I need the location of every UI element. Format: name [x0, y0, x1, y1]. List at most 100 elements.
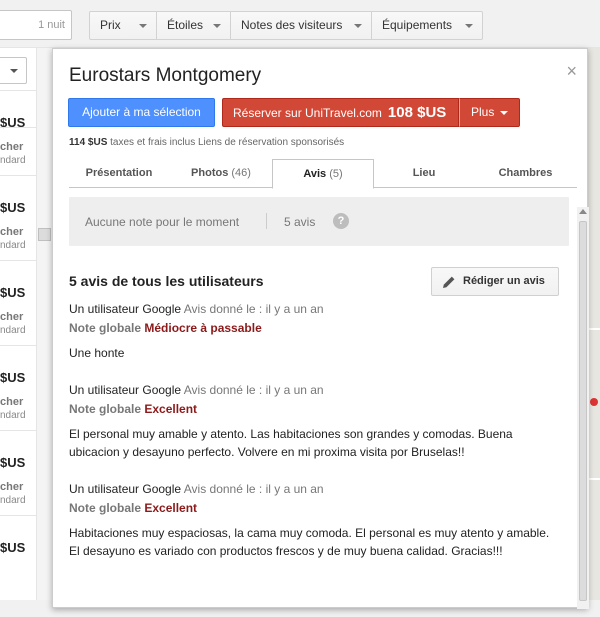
list-item-line1: cher: [0, 311, 24, 323]
chevron-down-icon: [465, 24, 473, 28]
reviews-scrollbar[interactable]: [577, 207, 589, 609]
reviews-content: Aucune note pour le moment 5 avis ? 5 av…: [69, 197, 577, 617]
more-button-label: Plus: [471, 105, 495, 119]
map-road: [588, 328, 600, 330]
review-text: Habitaciones muy espaciosas, la cama muy…: [69, 526, 550, 558]
more-button[interactable]: Plus: [459, 98, 520, 127]
tax-info: 114 $US taxes et frais inclus Liens de r…: [69, 137, 344, 148]
book-button[interactable]: Réserver sur UniTravel.com 108 $US: [222, 98, 459, 127]
list-item-price: $US: [0, 370, 26, 385]
list-item-line1: cher: [0, 226, 24, 238]
review-author[interactable]: Un utilisateur Google: [69, 482, 181, 496]
review-text: El personal muy amable y atento. Las hab…: [69, 427, 513, 459]
list-item-price: $US: [0, 285, 26, 300]
list-item[interactable]: $US cher ndard: [0, 175, 36, 259]
review-item: Un utilisateur Google Avis donné le : il…: [69, 302, 559, 362]
review-item: Un utilisateur Google Avis donné le : il…: [69, 482, 559, 560]
filter-guest-ratings-label: Notes des visiteurs: [241, 18, 343, 32]
review-text: Une honte: [69, 346, 125, 360]
filter-price-button[interactable]: Prix: [89, 11, 157, 40]
list-item-line1: cher: [0, 481, 24, 493]
hotel-title: Eurostars Montgomery: [69, 65, 262, 86]
results-scrollbar-thumb[interactable]: [38, 228, 51, 241]
tab-reviews[interactable]: Avis (5): [272, 159, 374, 189]
tab-reviews-label: Avis: [303, 168, 327, 180]
list-item-line2: ndard: [0, 240, 26, 251]
tab-overview-label: Présentation: [85, 167, 153, 179]
review-rating-label: Note globale: [69, 501, 142, 515]
write-review-button[interactable]: Rédiger un avis: [431, 267, 559, 296]
close-icon[interactable]: ×: [566, 61, 577, 82]
list-item-line2: ndard: [0, 325, 26, 336]
filter-amenities-button[interactable]: Équipements: [372, 11, 483, 40]
list-item-line2: ndard: [0, 410, 26, 421]
chevron-down-icon: [213, 24, 221, 28]
map-view[interactable]: [588, 48, 600, 600]
tax-amount: 114 $US: [69, 137, 108, 148]
tab-location[interactable]: Lieu: [374, 159, 474, 188]
filter-guest-ratings-button[interactable]: Notes des visiteurs: [231, 11, 372, 40]
chevron-down-icon: [500, 111, 508, 115]
filter-amenities-label: Équipements: [382, 18, 453, 32]
review-meta: Un utilisateur Google Avis donné le : il…: [69, 383, 559, 397]
nights-field[interactable]: 1 nuit: [0, 10, 72, 40]
help-icon[interactable]: ?: [333, 213, 349, 229]
book-button-price: 108 $US: [387, 104, 447, 121]
filter-buttons: Prix Étoiles Notes des visiteurs Équipem…: [89, 11, 483, 40]
divider: [0, 127, 36, 128]
filter-price-label: Prix: [100, 18, 121, 32]
list-item[interactable]: $US cher ndard: [0, 345, 36, 429]
tab-overview[interactable]: Présentation: [69, 159, 169, 188]
list-item[interactable]: $US: [0, 515, 36, 600]
tab-rooms[interactable]: Chambres: [474, 159, 577, 188]
review-rating: Note globale Médiocre à passable: [69, 321, 559, 335]
tab-photos-count: (46): [231, 167, 251, 179]
reviews-scrollbar-thumb[interactable]: [579, 221, 587, 601]
tab-reviews-count: (5): [329, 168, 343, 180]
list-item-price: $US: [0, 540, 26, 555]
list-item-line1: cher: [0, 396, 24, 408]
review-date: Avis donné le : il y a un an: [183, 302, 324, 316]
chevron-down-icon: [10, 69, 18, 73]
list-item-spacer: [0, 133, 36, 173]
review-item: Un utilisateur Google Avis donné le : il…: [69, 383, 559, 461]
review-rating-value: Médiocre à passable: [144, 321, 262, 335]
rating-summary: Aucune note pour le moment 5 avis ?: [69, 197, 569, 246]
review-rating-value: Excellent: [144, 402, 198, 416]
reviews-heading: 5 avis de tous les utilisateurs: [69, 273, 264, 289]
list-item[interactable]: $US cher ndard: [0, 430, 36, 514]
review-rating: Note globale Excellent: [69, 501, 559, 515]
tax-text: taxes et frais inclus Liens de réservati…: [110, 137, 345, 148]
map-road: [588, 478, 600, 480]
map-marker-icon[interactable]: [590, 398, 598, 406]
scroll-up-icon[interactable]: [579, 209, 587, 214]
review-date: Avis donné le : il y a un an: [183, 383, 324, 397]
review-rating: Note globale Excellent: [69, 402, 559, 416]
filter-stars-label: Étoiles: [167, 18, 204, 32]
chevron-down-icon: [139, 24, 147, 28]
list-item-price: $US: [0, 200, 26, 215]
write-review-label: Rédiger un avis: [463, 275, 545, 287]
review-meta: Un utilisateur Google Avis donné le : il…: [69, 302, 559, 316]
list-item-price: $US: [0, 455, 26, 470]
list-item[interactable]: $US cher ndard: [0, 260, 36, 344]
review-date: Avis donné le : il y a un an: [183, 482, 324, 496]
review-rating-label: Note globale: [69, 402, 142, 416]
review-author[interactable]: Un utilisateur Google: [69, 302, 181, 316]
review-author[interactable]: Un utilisateur Google: [69, 383, 181, 397]
tab-rooms-label: Chambres: [498, 167, 553, 179]
review-count: 5 avis: [284, 215, 316, 229]
filter-stars-button[interactable]: Étoiles: [157, 11, 231, 40]
list-item-line2: ndard: [0, 495, 26, 506]
add-to-selection-button[interactable]: Ajouter à ma sélection: [68, 98, 215, 127]
hotel-detail-panel: Eurostars Montgomery × Ajouter à ma séle…: [52, 48, 589, 609]
filter-bar: 1 nuit Prix Étoiles Notes des visiteurs …: [0, 0, 600, 48]
sort-select[interactable]: [0, 57, 27, 84]
tab-photos-label: Photos: [191, 167, 229, 179]
tab-photos[interactable]: Photos (46): [169, 159, 273, 188]
review-rating-value: Excellent: [144, 501, 198, 515]
divider: [266, 213, 267, 229]
results-scrollbar[interactable]: [36, 48, 52, 600]
no-rating-text: Aucune note pour le moment: [85, 215, 240, 229]
tab-bar: Présentation Photos (46) Avis (5) Lieu C…: [69, 159, 577, 189]
